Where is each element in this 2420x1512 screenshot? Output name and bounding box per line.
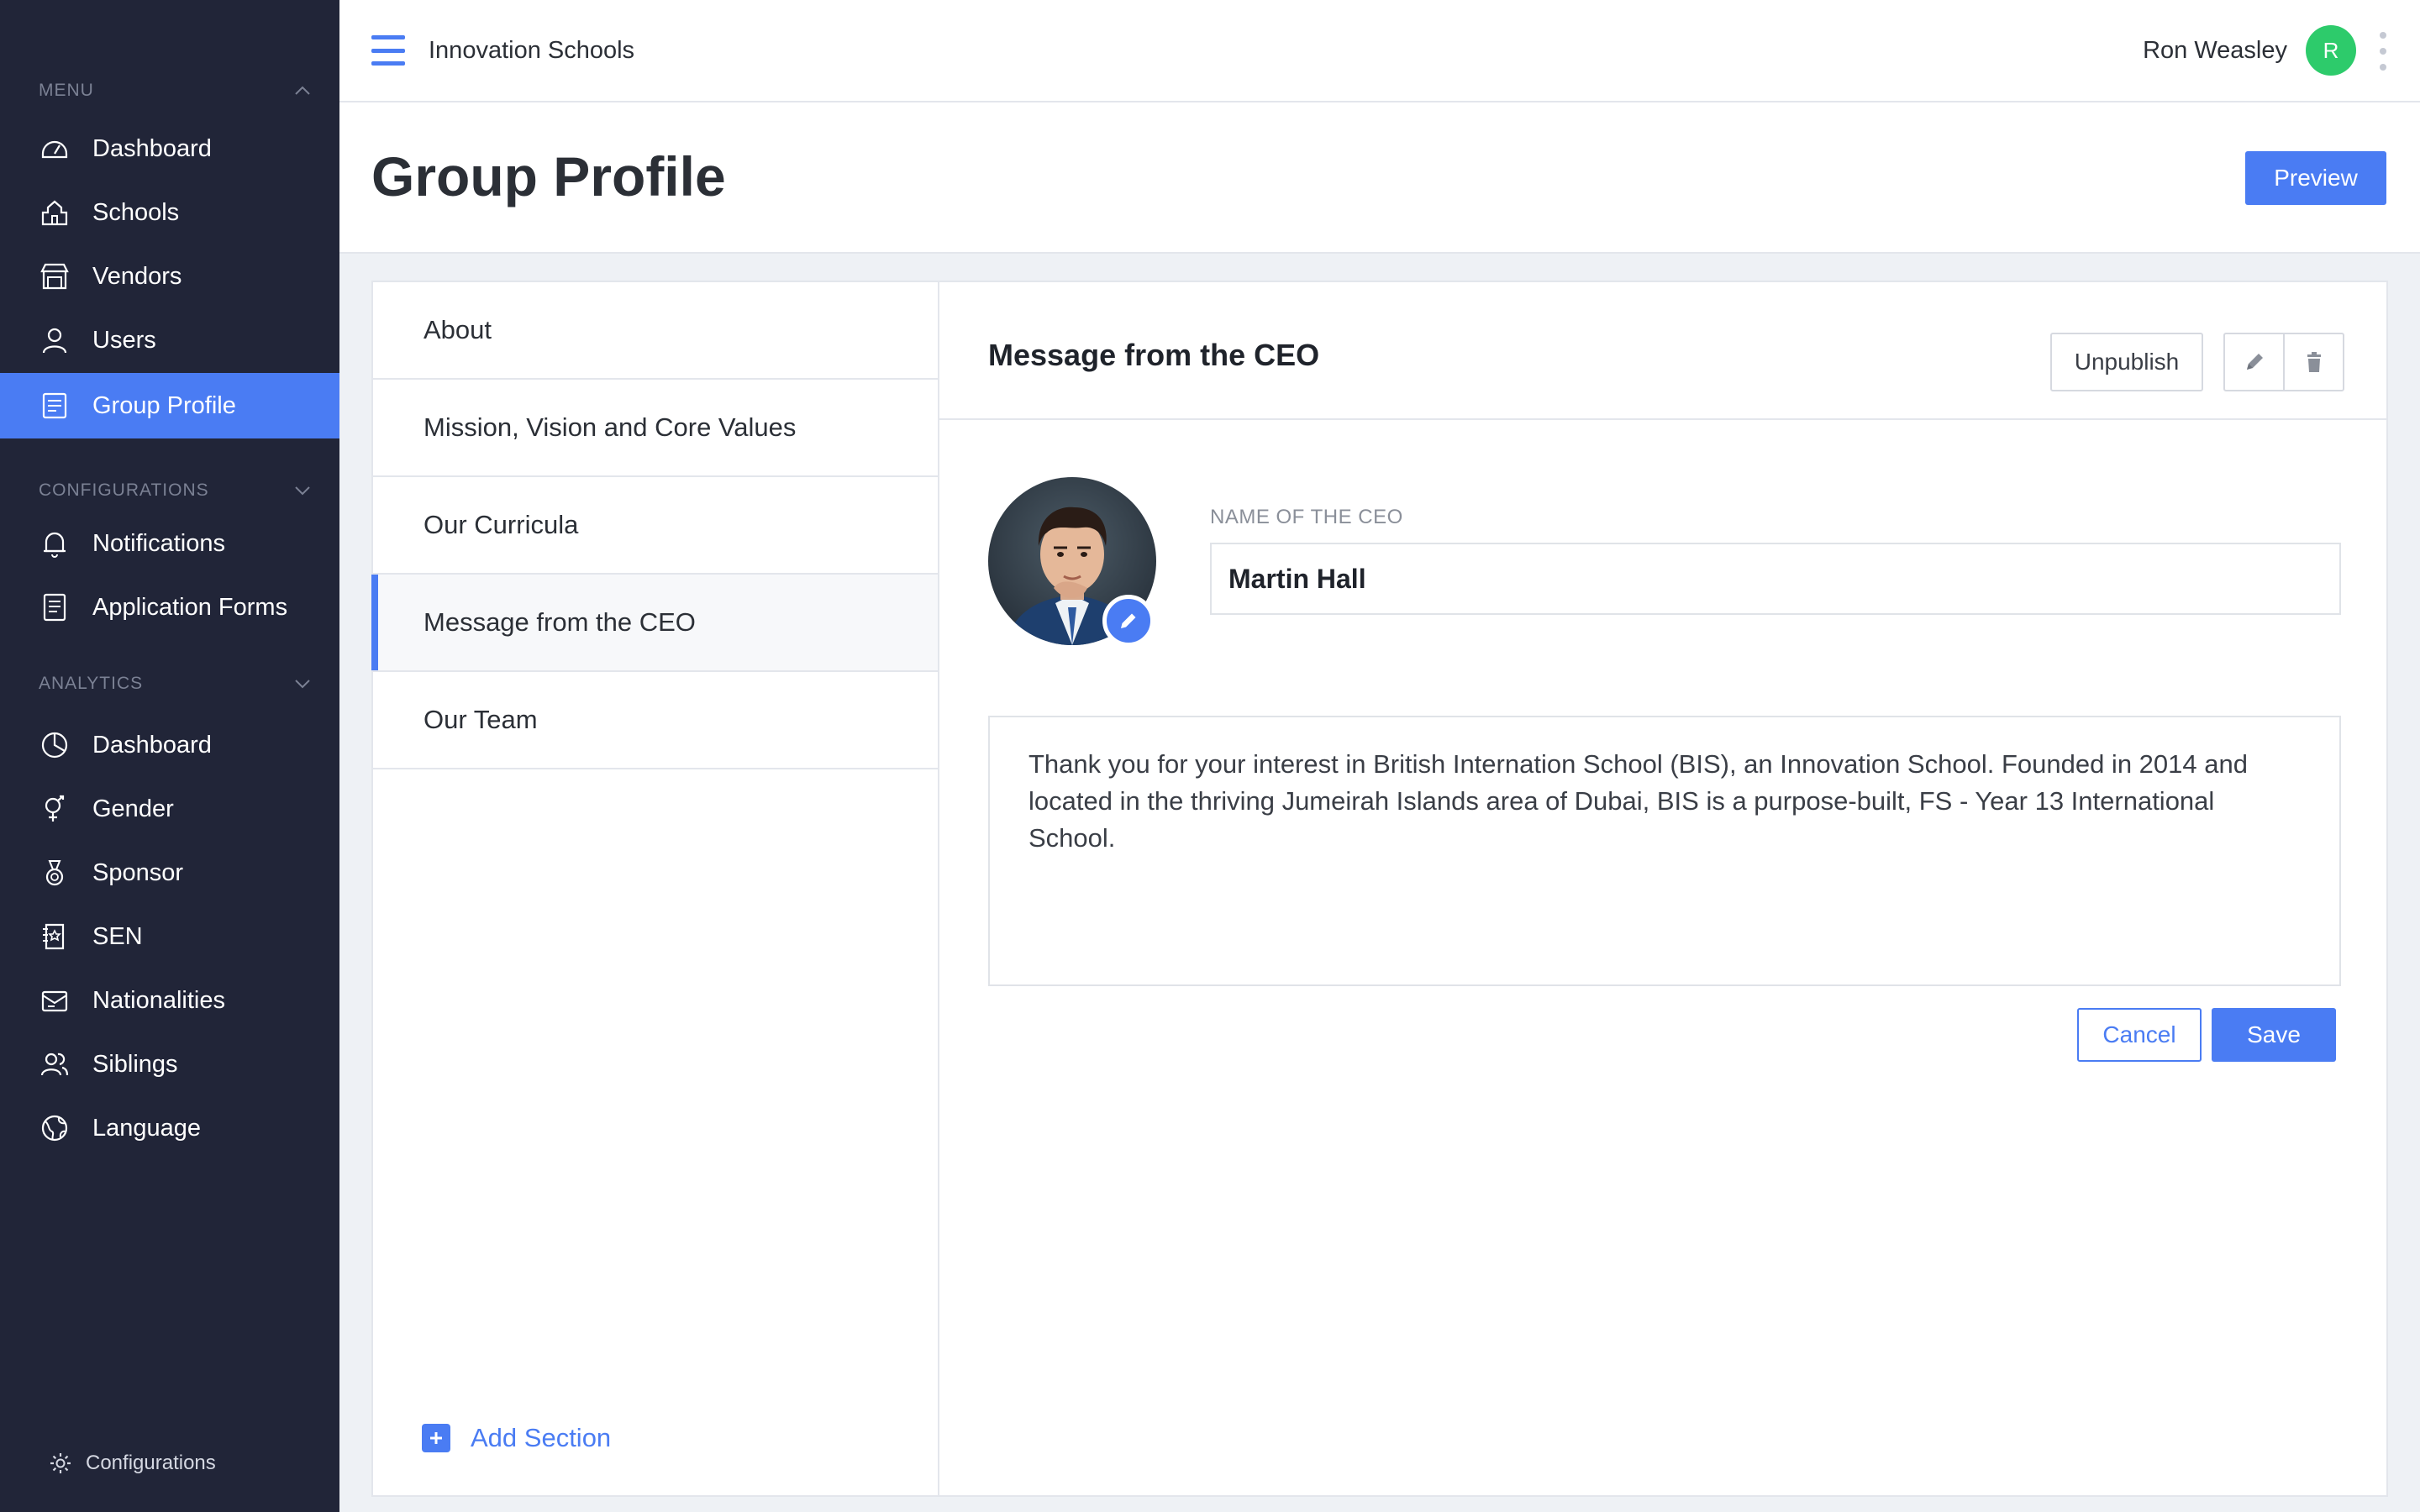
ceo-name-label: NAME OF THE CEO — [1210, 506, 1403, 528]
sponsor-icon — [39, 857, 71, 889]
bell-icon — [39, 528, 71, 559]
sidebar-item-label: Sponsor — [92, 858, 184, 886]
section-item-ceo-message[interactable]: Message from the CEO — [371, 575, 938, 672]
sen-icon — [39, 921, 71, 953]
sidebar-item-gender[interactable]: Gender — [0, 776, 339, 842]
sidebar-item-label: Gender — [92, 795, 174, 822]
section-item-curricula[interactable]: Our Curricula — [373, 477, 938, 575]
ceo-message-textarea[interactable]: Thank you for your interest in British I… — [988, 716, 2341, 986]
more-options-icon[interactable] — [2378, 32, 2388, 71]
school-icon — [39, 197, 71, 228]
ceo-name-input[interactable] — [1210, 543, 2341, 615]
plus-icon — [422, 1424, 450, 1452]
sidebar-item-sponsor[interactable]: Sponsor — [0, 840, 339, 906]
chevron-down-icon — [295, 486, 310, 496]
globe-icon — [39, 1112, 71, 1144]
sidebar-item-label: Vendors — [92, 262, 182, 290]
sidebar-footer-label: Configurations — [86, 1452, 216, 1474]
sidebar-item-analytics-dashboard[interactable]: Dashboard — [0, 712, 339, 778]
sidebar-item-label: Group Profile — [92, 391, 236, 419]
sidebar-item-schools[interactable]: Schools — [0, 180, 339, 245]
trash-icon — [2307, 352, 2321, 372]
sidebar-item-sen[interactable]: SEN — [0, 904, 339, 969]
pencil-icon — [2246, 354, 2263, 370]
sidebar-item-application-forms[interactable]: Application Forms — [0, 575, 339, 640]
delete-button[interactable] — [2283, 334, 2343, 390]
user-name[interactable]: Ron Weasley — [2143, 37, 2287, 65]
editor-title: Message from the CEO — [988, 338, 1320, 372]
sidebar-item-label: Language — [92, 1114, 202, 1142]
page-title: Group Profile — [371, 145, 726, 207]
gender-icon — [39, 793, 71, 825]
user-icon — [39, 324, 71, 356]
store-icon — [39, 260, 71, 292]
sidebar-item-notifications[interactable]: Notifications — [0, 511, 339, 576]
avatar[interactable]: R — [2306, 25, 2356, 76]
edit-delete-group — [2223, 333, 2344, 391]
sidebar-item-users[interactable]: Users — [0, 307, 339, 373]
chevron-up-icon — [295, 86, 310, 95]
sidebar-item-label: Schools — [92, 198, 180, 226]
sidebar-item-label: Siblings — [92, 1050, 178, 1078]
form-icon — [39, 591, 71, 623]
analytics-heading: ANALYTICS — [39, 674, 144, 693]
edit-button[interactable] — [2225, 334, 2283, 390]
sidebar-item-label: Dashboard — [92, 731, 212, 759]
dashboard-icon — [39, 133, 71, 165]
top-bar: Innovation Schools Ron Weasley R — [339, 0, 2420, 102]
hamburger-menu-icon[interactable] — [371, 35, 405, 66]
menu-heading: MENU — [39, 81, 94, 100]
sidebar-item-dashboard[interactable]: Dashboard — [0, 116, 339, 181]
configurations-heading: CONFIGURATIONS — [39, 480, 209, 500]
siblings-icon — [39, 1048, 71, 1080]
save-button[interactable]: Save — [2212, 1008, 2336, 1062]
sidebar-item-group-profile[interactable]: Group Profile — [0, 373, 339, 438]
gear-icon — [50, 1453, 71, 1473]
analytics-section-header[interactable]: ANALYTICS — [39, 674, 313, 694]
add-section-label: Add Section — [471, 1423, 612, 1452]
sidebar-item-nationalities[interactable]: Nationalities — [0, 968, 339, 1033]
add-section-button[interactable]: Add Section — [422, 1423, 611, 1453]
ceo-photo-container — [988, 477, 1160, 648]
section-list: About Mission, Vision and Core Values Ou… — [371, 281, 939, 1497]
cancel-button[interactable]: Cancel — [2077, 1008, 2202, 1062]
sidebar-configurations-link[interactable]: Configurations — [49, 1452, 216, 1475]
section-item-team[interactable]: Our Team — [373, 672, 938, 769]
menu-section-header[interactable]: MENU — [39, 81, 313, 101]
unpublish-button[interactable]: Unpublish — [2050, 333, 2203, 391]
configurations-section-header[interactable]: CONFIGURATIONS — [39, 480, 313, 501]
pie-chart-icon — [39, 729, 71, 761]
chevron-down-icon — [295, 680, 310, 689]
sidebar-item-label: Users — [92, 326, 156, 354]
sidebar-item-label: Notifications — [92, 529, 225, 557]
sidebar-item-label: Dashboard — [92, 134, 212, 162]
sidebar: MENU Dashboard Schools Vendors Users Gro… — [0, 0, 339, 1512]
sidebar-item-siblings[interactable]: Siblings — [0, 1032, 339, 1097]
edit-photo-button[interactable] — [1102, 595, 1155, 647]
page-header: Group Profile Preview — [339, 102, 2420, 254]
editor-panel: Message from the CEO Unpublish NAME OF T… — [938, 281, 2388, 1497]
editor-header: Message from the CEO Unpublish — [939, 282, 2386, 420]
sidebar-item-vendors[interactable]: Vendors — [0, 244, 339, 309]
sidebar-item-label: Application Forms — [92, 593, 288, 621]
passport-icon — [39, 984, 71, 1016]
sidebar-item-language[interactable]: Language — [0, 1095, 339, 1161]
section-item-about[interactable]: About — [373, 282, 938, 380]
organization-name: Innovation Schools — [429, 37, 635, 64]
section-item-mission[interactable]: Mission, Vision and Core Values — [373, 380, 938, 477]
pencil-icon — [1121, 613, 1136, 628]
sidebar-item-label: SEN — [92, 922, 143, 950]
sidebar-item-label: Nationalities — [92, 986, 225, 1014]
profile-icon — [39, 390, 71, 422]
preview-button[interactable]: Preview — [2245, 151, 2386, 205]
